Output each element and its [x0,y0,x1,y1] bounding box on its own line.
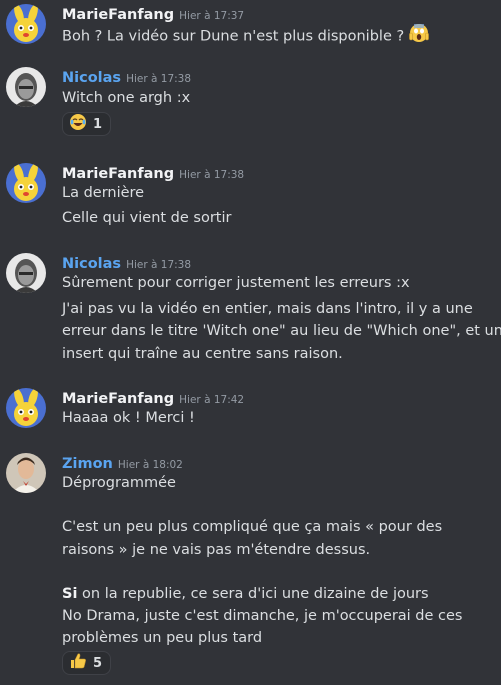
message-header: Zimon Hier à 18:02 [62,453,183,473]
avatar-mariefanfang[interactable] [6,388,46,428]
message-text: No Drama, juste c'est dimanche, je m'occ… [62,608,463,624]
thumbs-up-emoji-icon [69,652,87,674]
message-header: MarieFanfang Hier à 17:37 [62,4,244,24]
message-header: MarieFanfang Hier à 17:42 [62,388,244,408]
avatar-mariefanfang[interactable] [6,4,46,44]
username[interactable]: Nicolas [62,256,121,272]
message-text: insert qui traîne au centre sans raison. [62,346,343,362]
message-text: Celle qui vient de sortir [62,210,232,226]
reaction-count: 5 [93,655,103,671]
timestamp: Hier à 17:42 [179,394,245,406]
message-text: Boh ? La vidéo sur Dune n'est plus dispo… [62,23,429,50]
reaction-thumbs-up[interactable]: 5 [62,651,112,675]
message-text: Witch one argh :x [62,90,191,106]
bunny-avatar-icon [6,4,46,44]
bunny-avatar-icon [6,388,46,428]
message-text: problèmes un peu plus tard [62,630,263,646]
message-text: J'ai pas vu la vidéo en entier, mais dan… [62,301,473,317]
scream-emoji-icon [408,23,429,50]
avatar-nicolas[interactable] [6,253,46,293]
timestamp: Hier à 17:38 [126,259,192,271]
message-header: MarieFanfang Hier à 17:38 [62,163,244,183]
message-header: Nicolas Hier à 17:38 [62,67,191,87]
bunny-avatar-icon [6,163,46,203]
timestamp: Hier à 17:37 [179,10,245,22]
reaction-count: 1 [93,116,103,132]
joy-emoji-icon [69,113,87,135]
message-text: C'est un peu plus compliqué que ça mais … [62,519,443,535]
avatar-nicolas[interactable] [6,67,46,107]
person-photo-avatar-icon [6,253,46,293]
username[interactable]: MarieFanfang [62,7,174,23]
message-text: La dernière [62,185,145,201]
timestamp: Hier à 17:38 [179,169,245,181]
timestamp: Hier à 18:02 [117,459,183,471]
person-photo-avatar-icon [6,67,46,107]
bold-text: Si [62,586,78,602]
message-header: Nicolas Hier à 17:38 [62,253,191,273]
username[interactable]: Zimon [62,456,113,472]
message-text: raisons » je ne vais pas m'étendre dessu… [62,542,371,558]
username[interactable]: Nicolas [62,70,121,86]
message-text: Haaaa ok ! Merci ! [62,410,195,426]
message-text: erreur dans le titre 'Witch one" au lieu… [62,323,501,339]
avatar-mariefanfang[interactable] [6,163,46,203]
avatar-zimon[interactable] [6,453,46,493]
message-text: Si on la republie, ce sera d'ici une diz… [62,586,429,602]
message-text: Sûrement pour corriger justement les err… [62,275,410,291]
reaction-joy[interactable]: 1 [62,112,112,136]
person-photo-avatar-icon [6,453,46,493]
username[interactable]: MarieFanfang [62,391,174,407]
username[interactable]: MarieFanfang [62,166,174,182]
message-text: Déprogrammée [62,475,176,491]
timestamp: Hier à 17:38 [126,73,192,85]
